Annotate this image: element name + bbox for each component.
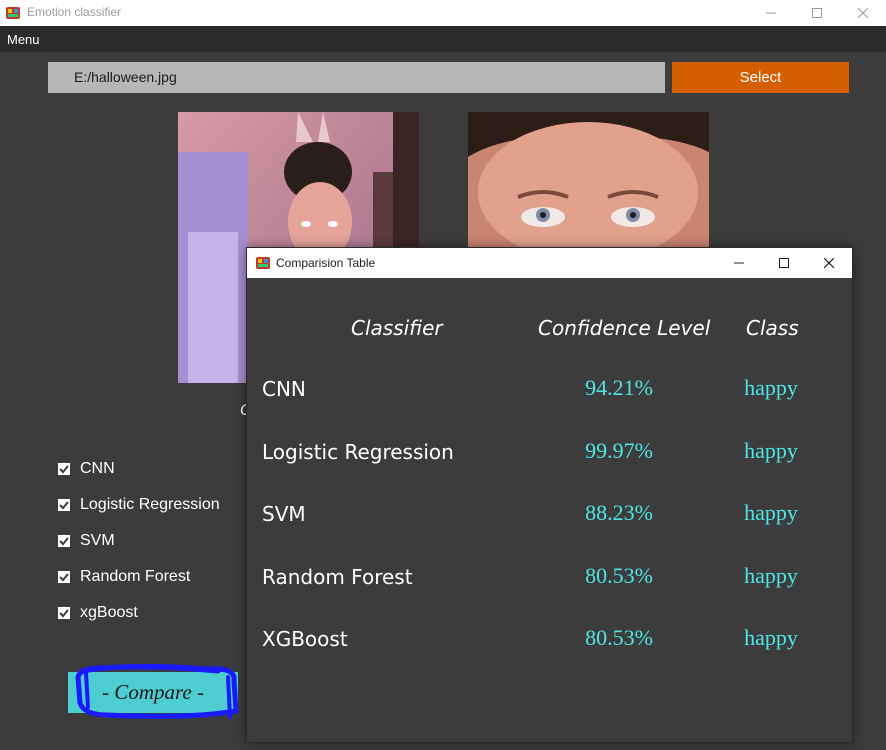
compare-button[interactable]: - Compare - — [68, 672, 238, 713]
row-class: happy — [744, 375, 798, 400]
minimize-button[interactable] — [748, 0, 794, 26]
checkbox-cnn[interactable]: CNN — [58, 459, 115, 479]
checkbox-label: xgBoost — [80, 604, 138, 621]
checkbox-label: SVM — [80, 532, 115, 549]
face-image — [468, 112, 709, 252]
row-confidence: 99.97% — [585, 438, 653, 463]
compare-area: - Compare - — [68, 663, 240, 725]
close-button[interactable] — [840, 0, 886, 26]
dialog-maximize-button[interactable] — [761, 248, 807, 278]
checkbox-label: CNN — [80, 460, 115, 477]
row-confidence: 94.21% — [585, 375, 653, 400]
row-class: happy — [744, 438, 798, 463]
close-icon — [824, 258, 834, 268]
checkbox-svm[interactable]: SVM — [58, 531, 115, 551]
checkmark-icon — [58, 535, 70, 547]
row-confidence: 80.53% — [585, 625, 653, 650]
header-classifier: Classifier — [351, 316, 443, 340]
minimize-icon — [734, 262, 744, 264]
row-classifier: CNN — [262, 377, 306, 401]
row-classifier: SVM — [262, 502, 306, 526]
window-title: Emotion classifier — [27, 5, 122, 19]
maximize-icon — [812, 8, 822, 18]
row-confidence: 80.53% — [585, 563, 653, 588]
checkmark-icon — [58, 499, 70, 511]
dialog-titlebar: Comparision Table — [247, 248, 852, 278]
checkmark-icon — [58, 607, 70, 619]
select-button[interactable]: Select — [672, 62, 849, 93]
menubar: Menu — [0, 26, 886, 52]
close-icon — [858, 8, 868, 18]
checkbox-random-forest[interactable]: Random Forest — [58, 567, 190, 587]
checkmark-icon — [58, 463, 70, 475]
maximize-button[interactable] — [794, 0, 840, 26]
app-icon — [6, 7, 20, 19]
checkmark-icon — [58, 571, 70, 583]
row-class: happy — [744, 625, 798, 650]
checkbox-logistic-regression[interactable]: Logistic Regression — [58, 495, 220, 515]
minimize-icon — [766, 12, 776, 14]
window-titlebar: Emotion classifier — [0, 0, 886, 26]
row-confidence: 88.23% — [585, 500, 653, 525]
dialog-minimize-button[interactable] — [716, 248, 762, 278]
row-classifier: Logistic Regression — [262, 440, 454, 464]
dialog-title: Comparision Table — [276, 256, 376, 270]
header-class: Class — [746, 316, 799, 340]
maximize-icon — [779, 258, 789, 268]
app-icon — [256, 257, 270, 269]
menu-item-menu[interactable]: Menu — [7, 32, 40, 47]
file-path-field[interactable]: E:/halloween.jpg — [48, 62, 665, 93]
row-classifier: Random Forest — [262, 565, 413, 589]
checkbox-label: Logistic Regression — [80, 496, 220, 513]
comparison-dialog: Comparision Table Classifier Confidence … — [246, 247, 853, 743]
row-class: happy — [744, 563, 798, 588]
checkbox-label: Random Forest — [80, 568, 191, 585]
dialog-close-button[interactable] — [806, 248, 852, 278]
row-class: happy — [744, 500, 798, 525]
row-classifier: XGBoost — [262, 627, 348, 651]
checkbox-xgboost[interactable]: xgBoost — [58, 603, 138, 623]
header-confidence: Confidence Level — [538, 316, 711, 340]
